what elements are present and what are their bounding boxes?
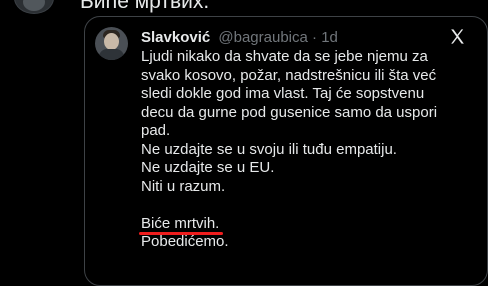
- author-handle[interactable]: @bagraubica: [218, 29, 307, 46]
- highlighted-text-wrap: Biće mrtvih.: [139, 214, 224, 235]
- quoted-post-header: Slavković @bagraubica · 1d: [141, 28, 338, 48]
- red-underline-mark: [139, 232, 224, 235]
- author-name[interactable]: Slavković: [141, 29, 210, 46]
- avatar-face: [104, 33, 119, 50]
- header-separator: ·: [312, 29, 318, 46]
- quoted-author-avatar[interactable]: [95, 27, 128, 60]
- highlighted-post-line: Biće mrtvih.: [141, 214, 220, 232]
- outer-avatar-image: [23, 0, 45, 11]
- post-line-7: Ne uzdajte se u EU.: [141, 159, 275, 176]
- final-post-line: Pobedićemo.: [141, 233, 229, 250]
- outer-post-text: Биће мртвих.: [80, 0, 210, 13]
- quoted-post-text: Ljudi nikako da shvate da se jebe njemu …: [139, 48, 477, 252]
- post-line-3: sledi dokle god ima vlast. Taj će sopstv…: [141, 85, 425, 102]
- quoted-post-card[interactable]: Slavković @bagraubica · 1d Ljudi nikako …: [84, 16, 488, 286]
- post-time[interactable]: 1d: [321, 29, 338, 46]
- post-line-1: Ljudi nikako da shvate da se jebe njemu …: [141, 48, 428, 65]
- highlighted-line-container: Biće mrtvih.: [139, 214, 477, 235]
- post-line-5: pad.: [141, 122, 171, 139]
- avatar-body: [99, 49, 124, 60]
- x-logo-icon: [451, 29, 464, 44]
- post-line-6: Ne uzdajte se u svoju ili tuđu empatiju.: [141, 140, 397, 158]
- post-line-4: decu da gurne pod gusenice samo da uspor…: [141, 103, 438, 121]
- outer-user-avatar[interactable]: [14, 0, 54, 14]
- post-line-2: svako kosovo, požar, nadstrešnicu ili št…: [141, 66, 437, 84]
- post-line-8: Niti u razum.: [141, 177, 226, 195]
